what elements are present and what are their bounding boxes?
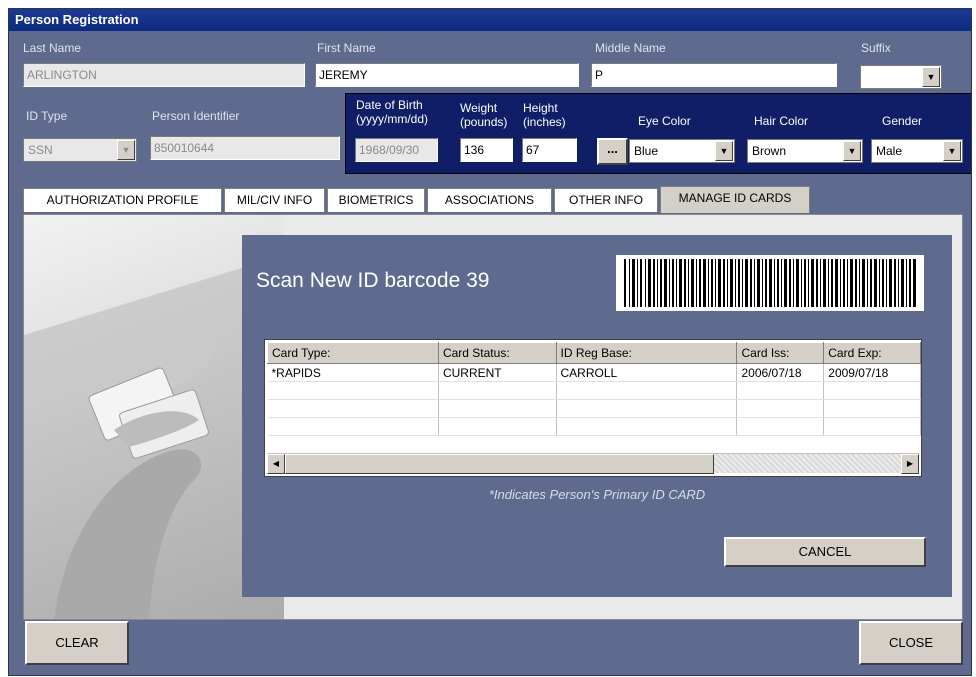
more-details-button[interactable]: ... (597, 138, 628, 165)
last-name-field[interactable]: ARLINGTON (23, 63, 305, 87)
id-type-label: ID Type (26, 109, 68, 123)
tab-other-info[interactable]: OTHER INFO (554, 188, 658, 212)
height-label-1: Height (523, 101, 558, 115)
hair-color-dropdown[interactable]: Brown ▼ (747, 139, 863, 163)
height-label-2: (inches) (523, 115, 566, 129)
person-identifier-label: Person Identifier (152, 109, 240, 123)
hair-color-label: Hair Color (754, 114, 809, 128)
arrow-right-icon[interactable]: ▶ (901, 454, 919, 474)
chevron-down-icon[interactable]: ▼ (117, 140, 135, 160)
scan-id-card-panel: Scan New ID barcode 39 Card Type: Card S… (242, 235, 952, 597)
table-row[interactable] (267, 381, 921, 400)
manage-id-cards-panel: Scan New ID barcode 39 Card Type: Card S… (23, 214, 963, 620)
tab-manage-id-cards[interactable]: MANAGE ID CARDS (660, 186, 810, 213)
horizontal-scrollbar[interactable]: ◀ ▶ (267, 453, 919, 474)
column-header-card-expires[interactable]: Card Exp: (823, 342, 921, 364)
person-registration-window: Person Registration Last Name ARLINGTON … (8, 8, 972, 676)
chevron-down-icon[interactable]: ▼ (943, 141, 961, 161)
column-header-card-type[interactable]: Card Type: (267, 342, 439, 364)
scrollbar-thumb[interactable] (285, 454, 714, 474)
suffix-dropdown[interactable]: ▼ (860, 65, 942, 89)
clear-button[interactable]: CLEAR (25, 621, 129, 665)
first-name-label: First Name (317, 41, 376, 55)
chevron-down-icon[interactable]: ▼ (843, 141, 861, 161)
table-row[interactable] (267, 399, 921, 418)
chevron-down-icon[interactable]: ▼ (922, 67, 940, 87)
id-reg-base-cell: CARROLL (556, 363, 738, 382)
cancel-button[interactable]: CANCEL (724, 537, 926, 567)
table-header-row: Card Type: Card Status: ID Reg Base: Car… (267, 342, 921, 364)
id-type-value: SSN (28, 143, 53, 157)
tab-authorization-profile[interactable]: AUTHORIZATION PROFILE (23, 188, 222, 212)
dob-label-1: Date of Birth (356, 98, 423, 112)
physical-details-panel: Date of Birth (yyyy/mm/dd) 1968/09/30 We… (345, 93, 971, 174)
scan-title: Scan New ID barcode 39 (256, 269, 490, 292)
column-header-id-reg-base[interactable]: ID Reg Base: (555, 342, 738, 364)
id-cards-grid[interactable]: Card Type: Card Status: ID Reg Base: Car… (264, 339, 922, 477)
column-header-card-issued[interactable]: Card Iss: (736, 342, 825, 364)
eye-color-label: Eye Color (638, 114, 691, 128)
eye-color-value: Blue (634, 144, 659, 158)
barcode-image (616, 255, 924, 311)
first-name-field[interactable]: JEREMY (315, 63, 579, 87)
card-type-cell: *RAPIDS (267, 363, 439, 382)
dob-label-2: (yyyy/mm/dd) (356, 112, 428, 126)
suffix-label: Suffix (861, 41, 891, 55)
chevron-down-icon[interactable]: ▼ (715, 141, 733, 161)
eye-color-dropdown[interactable]: Blue ▼ (629, 139, 735, 163)
card-issued-cell: 2006/07/18 (736, 363, 825, 382)
table-row[interactable] (267, 417, 921, 436)
card-expires-cell: 2009/07/18 (823, 363, 921, 382)
hair-color-value: Brown (752, 144, 787, 158)
height-field[interactable]: 67 (522, 138, 577, 162)
tab-biometrics[interactable]: BIOMETRICS (327, 188, 425, 212)
last-name-label: Last Name (23, 41, 82, 55)
middle-name-label: Middle Name (595, 41, 666, 55)
id-type-dropdown[interactable]: SSN ▼ (23, 138, 137, 162)
column-header-card-status[interactable]: Card Status: (437, 342, 557, 364)
person-identifier-field[interactable]: 850010644 (150, 136, 340, 160)
gender-label: Gender (882, 114, 923, 128)
primary-card-footnote: *Indicates Person's Primary ID CARD (488, 487, 706, 502)
arrow-left-icon[interactable]: ◀ (267, 454, 285, 474)
window-title: Person Registration (9, 9, 971, 31)
table-row[interactable]: *RAPIDS CURRENT CARROLL 2006/07/18 2009/… (267, 363, 921, 382)
close-button[interactable]: CLOSE (859, 621, 963, 665)
gender-value: Male (876, 144, 903, 158)
middle-name-field[interactable]: P (591, 63, 837, 87)
weight-field[interactable]: 136 (460, 138, 513, 162)
weight-label-1: Weight (460, 101, 498, 115)
card-status-cell: CURRENT (438, 363, 557, 382)
gender-dropdown[interactable]: Male ▼ (871, 139, 963, 163)
id-cards-table: Card Type: Card Status: ID Reg Base: Car… (267, 342, 921, 436)
weight-label-2: (pounds) (460, 115, 508, 129)
date-of-birth-field[interactable]: 1968/09/30 (355, 138, 438, 162)
tab-associations[interactable]: ASSOCIATIONS (427, 188, 552, 212)
tab-mil-civ-info[interactable]: MIL/CIV INFO (224, 188, 325, 212)
